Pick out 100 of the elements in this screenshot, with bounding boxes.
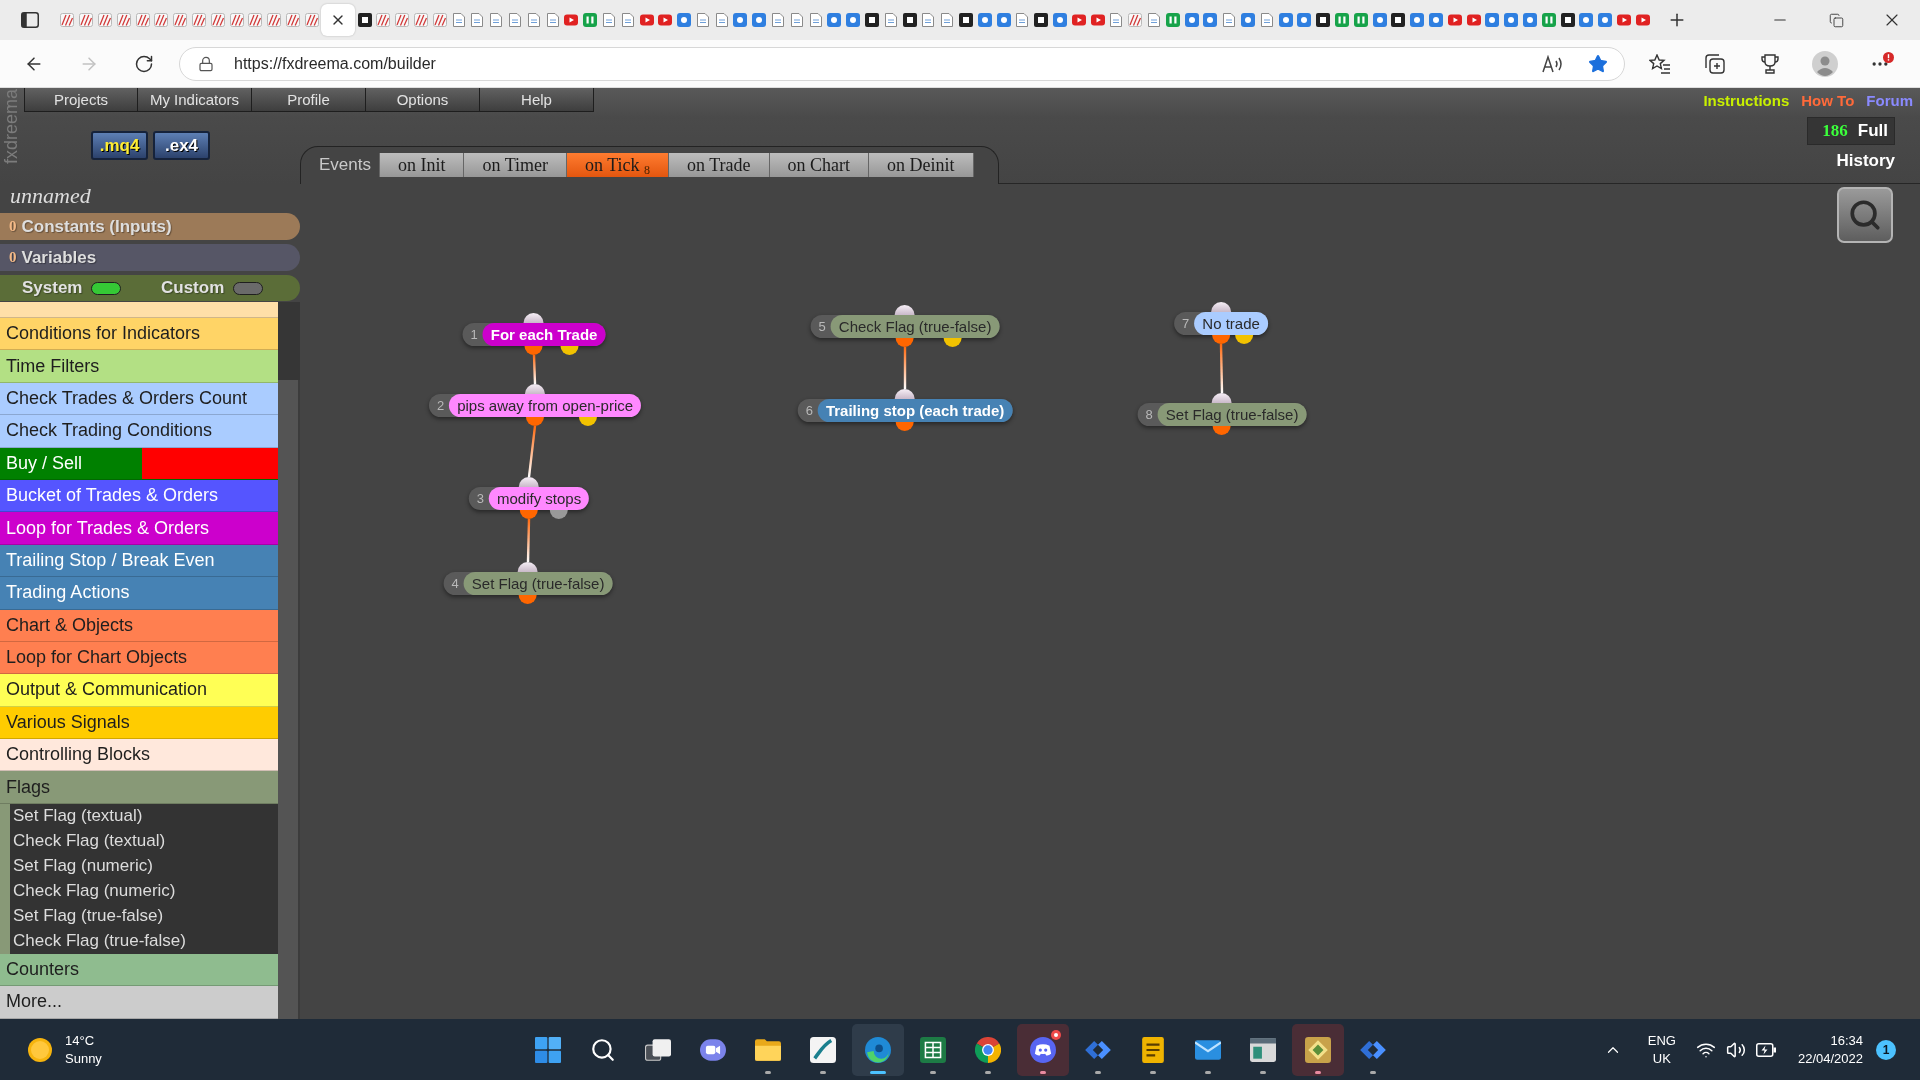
category-item[interactable]: Buy / Sell: [0, 447, 278, 480]
category-item[interactable]: Time Filters: [0, 350, 278, 383]
square-tile-icon[interactable]: [902, 13, 917, 27]
output-connector-icon[interactable]: [519, 595, 537, 604]
event-tab[interactable]: on Chart: [768, 153, 869, 177]
dot-tile-icon[interactable]: [1428, 13, 1443, 27]
category-item[interactable]: Loop for Chart Objects: [0, 641, 278, 675]
clock-date[interactable]: 22/04/2022: [1797, 1051, 1863, 1066]
refresh-icon[interactable]: [134, 53, 154, 74]
bars-tile-icon[interactable]: [1541, 13, 1556, 27]
output-connector-icon[interactable]: [896, 338, 914, 347]
block-item[interactable]: Set Flag (true-false): [13, 903, 278, 929]
category-item[interactable]: Bucket of Trades & Orders: [0, 479, 278, 513]
block-item[interactable]: Check Flag (numeric): [13, 878, 278, 904]
block-item[interactable]: Check Flag (true-false): [13, 928, 278, 954]
hatched-tile-icon[interactable]: [432, 13, 447, 27]
section-bar[interactable]: 0 Variables: [0, 244, 300, 271]
hatched-tile-icon[interactable]: [135, 13, 150, 27]
trophy-icon[interactable]: [1761, 53, 1779, 74]
page-icon[interactable]: [602, 13, 615, 27]
page-icon[interactable]: [1110, 13, 1123, 27]
toggle-switch[interactable]: [91, 281, 122, 295]
dot-tile-icon[interactable]: [677, 13, 692, 27]
event-tab[interactable]: on Init: [379, 153, 464, 177]
hatched-tile-icon[interactable]: [173, 13, 188, 27]
download-button[interactable]: .mq4: [91, 131, 148, 160]
event-tab[interactable]: on Tick $_{8}$: [566, 153, 669, 177]
category-item[interactable]: Various Signals: [0, 706, 278, 740]
event-tab[interactable]: on Deinit: [868, 153, 973, 177]
page-icon[interactable]: [696, 13, 709, 27]
page-icon[interactable]: [1223, 13, 1236, 27]
event-tab[interactable]: on Trade: [668, 153, 769, 177]
square-tile-icon[interactable]: [357, 13, 372, 27]
bars-tile-icon[interactable]: [1335, 13, 1349, 27]
block-node[interactable]: 2 pips away from open-price: [428, 394, 642, 417]
input-connector-icon[interactable]: [1211, 302, 1231, 312]
tab-actions-icon[interactable]: [21, 12, 39, 28]
play-icon[interactable]: [1071, 13, 1086, 27]
menu-button[interactable]: Profile: [252, 88, 366, 112]
dot-tile-icon[interactable]: [977, 13, 992, 27]
page-icon[interactable]: [772, 13, 785, 27]
output-connector-icon[interactable]: [1212, 335, 1230, 344]
category-item[interactable]: Loop for Trades & Orders: [0, 512, 278, 545]
output-connector-icon[interactable]: [943, 338, 962, 347]
block-node[interactable]: 6 Trailing stop (each trade): [797, 399, 1013, 422]
output-connector-icon[interactable]: [1235, 335, 1254, 344]
page-icon[interactable]: [884, 13, 897, 27]
dot-tile-icon[interactable]: [1241, 13, 1255, 27]
bars-tile-icon[interactable]: [1353, 13, 1368, 27]
block-item[interactable]: Set Flag (numeric): [13, 853, 278, 879]
category-item[interactable]: Controlling Blocks: [0, 739, 278, 772]
hatched-tile-icon[interactable]: [267, 13, 282, 27]
page-icon[interactable]: [941, 13, 954, 27]
play-icon[interactable]: [1616, 13, 1631, 27]
page-icon[interactable]: [809, 13, 822, 27]
output-connector-icon[interactable]: [520, 510, 538, 519]
output-connector-icon[interactable]: [526, 417, 544, 426]
dot-tile-icon[interactable]: [1485, 13, 1500, 27]
download-button[interactable]: .ex4: [153, 131, 210, 160]
restore-icon[interactable]: [1828, 12, 1844, 28]
category-item[interactable]: Flags: [0, 771, 278, 804]
language-code[interactable]: ENG: [1647, 1033, 1676, 1048]
page-icon[interactable]: [452, 13, 465, 27]
battery-icon[interactable]: [1755, 1042, 1776, 1057]
dot-tile-icon[interactable]: [1203, 13, 1218, 27]
play-icon[interactable]: [639, 13, 654, 27]
page-icon[interactable]: [1148, 13, 1160, 27]
category-item[interactable]: Trailing Stop / Break Even: [0, 544, 278, 578]
dot-tile-icon[interactable]: [1504, 13, 1519, 27]
dot-tile-icon[interactable]: [846, 13, 861, 27]
dot-tile-icon[interactable]: [827, 13, 842, 27]
menu-button[interactable]: Projects: [24, 88, 138, 112]
page-icon[interactable]: [490, 13, 503, 27]
play-icon[interactable]: [564, 13, 579, 27]
output-connector-icon[interactable]: [550, 510, 569, 519]
dot-tile-icon[interactable]: [1598, 13, 1613, 27]
region-code[interactable]: UK: [1652, 1051, 1671, 1066]
header-link[interactable]: Instructions: [1703, 91, 1790, 109]
hatched-tile-icon[interactable]: [210, 13, 225, 27]
hatched-tile-icon[interactable]: [60, 13, 75, 27]
square-tile-icon[interactable]: [1391, 13, 1406, 27]
block-node[interactable]: 4 Set Flag (true-false): [443, 572, 613, 595]
square-tile-icon[interactable]: [959, 13, 974, 27]
address-field[interactable]: https://fxdreema.com/builder: [179, 46, 1625, 81]
menu-button[interactable]: Help: [480, 88, 594, 112]
clock-time[interactable]: 16:34: [1830, 1033, 1863, 1048]
input-connector-icon[interactable]: [525, 384, 545, 394]
dot-tile-icon[interactable]: [1372, 13, 1387, 27]
output-connector-icon[interactable]: [1213, 426, 1231, 435]
history-link[interactable]: History: [1836, 151, 1895, 171]
page-icon[interactable]: [1016, 13, 1029, 27]
dot-tile-icon[interactable]: [1579, 13, 1594, 27]
dot-tile-icon[interactable]: [1522, 13, 1537, 27]
category-item[interactable]: Counters: [0, 953, 278, 987]
output-connector-icon[interactable]: [896, 422, 914, 431]
dot-tile-icon[interactable]: [996, 13, 1011, 27]
dot-tile-icon[interactable]: [1053, 13, 1068, 27]
play-icon[interactable]: [1090, 13, 1105, 27]
output-connector-icon[interactable]: [560, 346, 579, 355]
page-icon[interactable]: [621, 13, 634, 27]
